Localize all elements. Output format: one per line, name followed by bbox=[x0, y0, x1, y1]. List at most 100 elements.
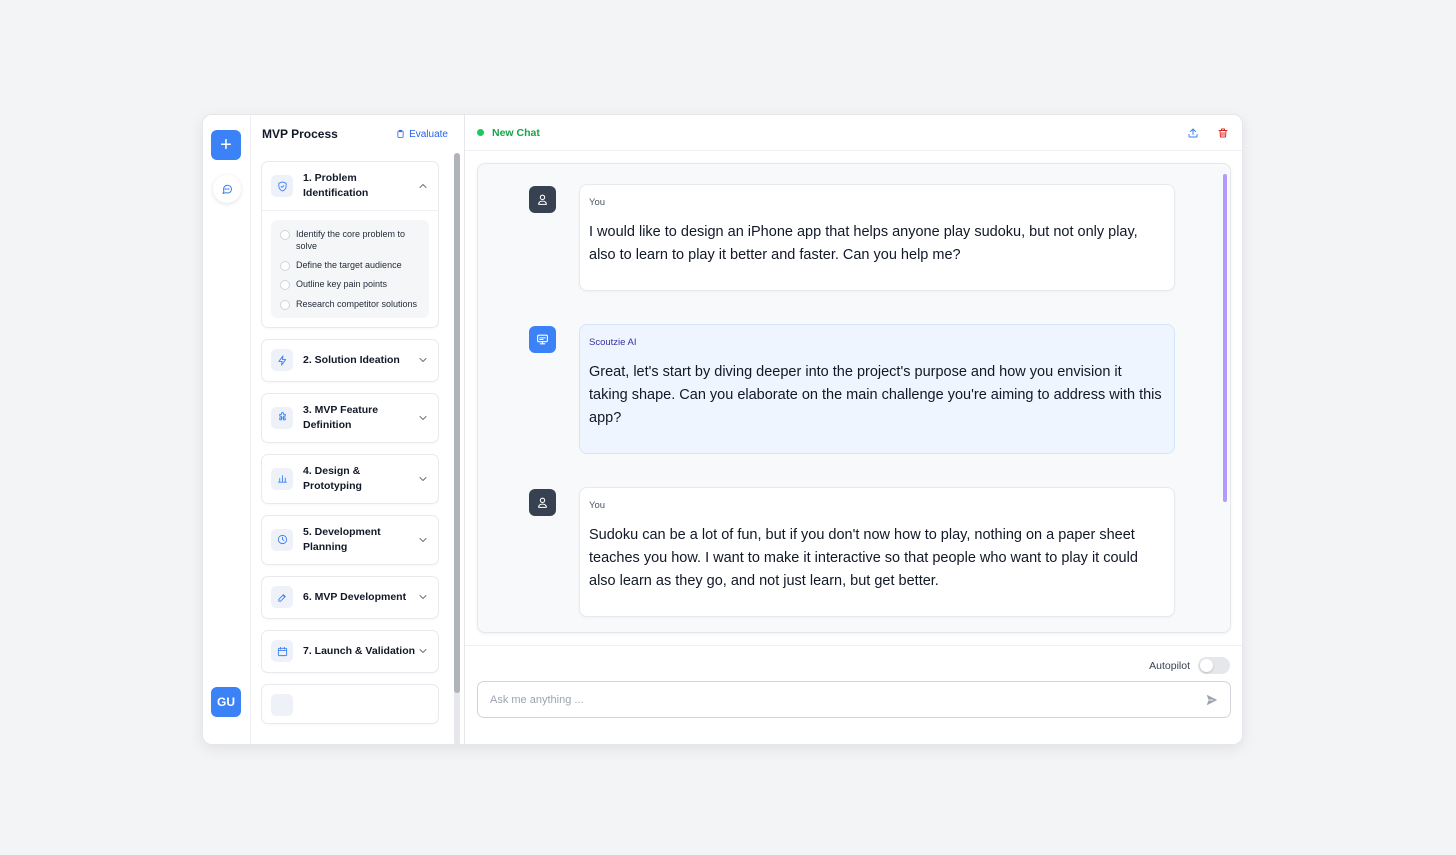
step-icon-wrap bbox=[271, 349, 293, 372]
chat-history-button[interactable] bbox=[213, 175, 241, 203]
task-checkbox[interactable] bbox=[280, 230, 290, 240]
steps-list: 1. Problem Identification Identify the c… bbox=[261, 161, 439, 744]
task-label: Define the target audience bbox=[296, 260, 402, 271]
chevron-down-icon[interactable] bbox=[417, 591, 429, 603]
step-header[interactable]: 4. Design & Prototyping bbox=[262, 455, 438, 503]
evaluate-button[interactable]: Evaluate bbox=[396, 129, 448, 140]
step-header[interactable]: 6. MVP Development bbox=[262, 577, 438, 618]
panel-header: MVP Process Evaluate bbox=[251, 115, 464, 151]
send-button[interactable] bbox=[1204, 692, 1220, 708]
autopilot-control: Autopilot bbox=[1149, 657, 1230, 674]
bar-chart-icon bbox=[277, 475, 287, 483]
monitor-icon bbox=[537, 334, 548, 345]
step-header[interactable] bbox=[262, 685, 438, 725]
task-label: Outline key pain points bbox=[296, 279, 388, 290]
step-problem-identification: 1. Problem Identification Identify the c… bbox=[261, 161, 439, 328]
export-button[interactable] bbox=[1186, 126, 1200, 140]
user-icon bbox=[538, 497, 547, 508]
step-label: 4. Design & Prototyping bbox=[303, 465, 362, 492]
step-next-partial bbox=[261, 683, 439, 725]
step-mvp-development: 6. MVP Development bbox=[261, 575, 439, 619]
task-checkbox[interactable] bbox=[280, 280, 290, 291]
calendar-icon bbox=[277, 646, 287, 656]
left-rail: + GU bbox=[203, 115, 251, 744]
message-bubble: Scoutzie AI Great, let's start by diving… bbox=[579, 324, 1175, 454]
chevron-down-icon[interactable] bbox=[417, 473, 429, 485]
message-sender: Scoutzie AI bbox=[589, 337, 637, 348]
step-icon-wrap bbox=[271, 586, 293, 609]
chat-area: New Chat You I would like to design an i… bbox=[465, 115, 1242, 744]
task-list: Identify the core problem to solve Defin… bbox=[271, 220, 429, 318]
task-item: Outline key pain points bbox=[280, 278, 421, 291]
delete-chat-button[interactable] bbox=[1216, 126, 1230, 140]
panel-scrollbar-thumb[interactable] bbox=[454, 153, 460, 693]
divider bbox=[262, 210, 438, 211]
message-bubble: You Sudoku can be a lot of fun, but if y… bbox=[579, 487, 1175, 617]
thread-scrollbar[interactable] bbox=[1223, 174, 1227, 502]
send-icon bbox=[1206, 694, 1218, 705]
step-header[interactable]: 3. MVP Feature Definition bbox=[262, 394, 438, 442]
step-development-planning: 5. Development Planning bbox=[261, 514, 439, 565]
ai-avatar-badge bbox=[529, 326, 556, 353]
step-launch-validation: 7. Launch & Validation bbox=[261, 629, 439, 673]
task-checkbox[interactable] bbox=[280, 261, 290, 272]
edit-icon bbox=[277, 593, 286, 602]
step-label: 1. Problem Identification bbox=[303, 172, 369, 199]
step-icon-wrap bbox=[271, 467, 293, 490]
chevron-down-icon[interactable] bbox=[417, 412, 429, 424]
message-sender: You bbox=[589, 500, 606, 511]
step-header[interactable]: 2. Solution Ideation bbox=[262, 340, 438, 381]
shield-icon bbox=[277, 180, 287, 192]
step-header[interactable]: 5. Development Planning bbox=[262, 516, 438, 564]
autopilot-toggle[interactable] bbox=[1198, 657, 1230, 674]
step-design-prototyping: 4. Design & Prototyping bbox=[261, 453, 439, 504]
composer-divider bbox=[465, 645, 1242, 646]
chevron-down-icon[interactable] bbox=[417, 354, 429, 366]
task-checkbox[interactable] bbox=[280, 299, 290, 310]
step-icon-wrap bbox=[271, 175, 293, 197]
trash-icon bbox=[1218, 128, 1228, 137]
puzzle-icon bbox=[278, 412, 286, 421]
message-thread: You I would like to design an iPhone app… bbox=[477, 163, 1231, 633]
message-text: Sudoku can be a lot of fun, but if you d… bbox=[589, 527, 1138, 589]
autopilot-label: Autopilot bbox=[1149, 659, 1190, 672]
chat-bubble-icon bbox=[222, 184, 232, 194]
chevron-down-icon[interactable] bbox=[417, 645, 429, 657]
chat-input[interactable] bbox=[490, 693, 1204, 706]
panel-scrollbar[interactable] bbox=[454, 153, 460, 744]
header-actions bbox=[1186, 126, 1230, 140]
app-window: + GU MVP Process Evaluate 1. Problem Ide… bbox=[202, 114, 1243, 745]
step-label: 5. Development Planning bbox=[303, 526, 381, 553]
lightning-icon bbox=[277, 355, 286, 366]
clock-icon bbox=[277, 535, 287, 545]
panel-title: MVP Process bbox=[262, 127, 338, 141]
step-mvp-feature-definition: 3. MVP Feature Definition bbox=[261, 392, 439, 443]
task-label: Identify the core problem to solve bbox=[296, 229, 406, 252]
upload-icon bbox=[1188, 128, 1198, 137]
new-chat-button[interactable]: + bbox=[211, 130, 241, 160]
user-avatar[interactable]: GU bbox=[211, 687, 241, 717]
process-panel: MVP Process Evaluate 1. Problem Identifi… bbox=[251, 115, 465, 744]
step-icon-wrap bbox=[271, 406, 293, 429]
toggle-knob bbox=[1200, 659, 1213, 672]
chat-header: New Chat bbox=[465, 115, 1242, 151]
user-avatar-badge bbox=[529, 186, 556, 213]
message-sender: You bbox=[589, 197, 606, 208]
step-label: 6. MVP Development bbox=[303, 590, 407, 603]
step-solution-ideation: 2. Solution Ideation bbox=[261, 338, 439, 382]
user-icon bbox=[538, 194, 547, 205]
evaluate-label: Evaluate bbox=[409, 128, 448, 140]
step-icon-wrap bbox=[271, 528, 293, 551]
task-item: Define the target audience bbox=[280, 259, 421, 272]
chevron-up-icon[interactable] bbox=[417, 180, 429, 192]
user-avatar-badge bbox=[529, 489, 556, 516]
step-label: 7. Launch & Validation bbox=[303, 644, 416, 657]
task-item: Identify the core problem to solve bbox=[280, 228, 421, 252]
step-header[interactable]: 7. Launch & Validation bbox=[262, 631, 438, 672]
step-header[interactable]: 1. Problem Identification bbox=[262, 162, 438, 210]
task-item: Research competitor solutions bbox=[280, 298, 421, 310]
task-label: Research competitor solutions bbox=[296, 298, 418, 309]
chevron-down-icon[interactable] bbox=[417, 534, 429, 546]
message-text: Great, let's start by diving deeper into… bbox=[589, 364, 1162, 426]
step-label: 2. Solution Ideation bbox=[303, 353, 400, 366]
